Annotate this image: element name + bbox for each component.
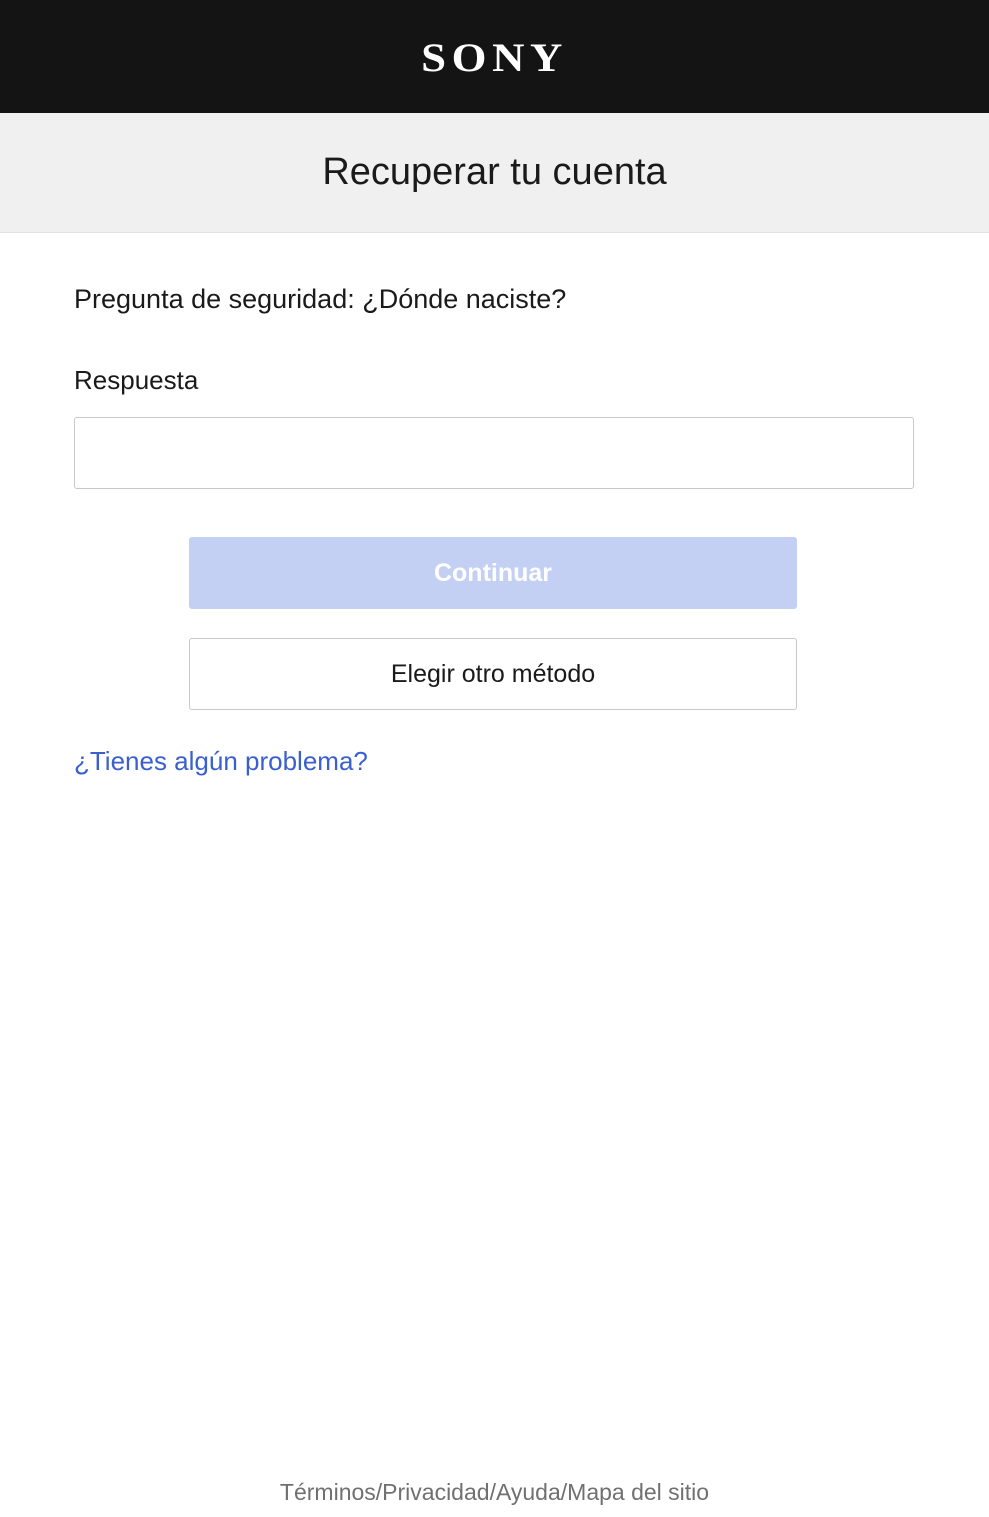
- top-bar: SONY: [0, 0, 989, 113]
- footer-link-privacy[interactable]: Privacidad: [382, 1479, 489, 1506]
- footer-link-terms[interactable]: Términos: [280, 1479, 376, 1506]
- footer-links: Términos / Privacidad / Ayuda / Mapa del sitio: [0, 1479, 989, 1506]
- page-title: Recuperar tu cuenta: [322, 151, 667, 193]
- choose-other-method-button[interactable]: Elegir otro método: [189, 638, 797, 710]
- sony-logo: SONY: [421, 35, 568, 80]
- continue-button[interactable]: Continuar: [189, 537, 797, 609]
- answer-input[interactable]: [74, 417, 914, 489]
- footer-link-help[interactable]: Ayuda: [496, 1479, 561, 1506]
- title-band: Recuperar tu cuenta: [0, 113, 989, 233]
- security-question: Pregunta de seguridad: ¿Dónde naciste?: [74, 284, 567, 314]
- trouble-link[interactable]: ¿Tienes algún problema?: [74, 746, 368, 777]
- answer-label: Respuesta: [74, 365, 199, 395]
- footer-link-sitemap[interactable]: Mapa del sitio: [567, 1479, 709, 1506]
